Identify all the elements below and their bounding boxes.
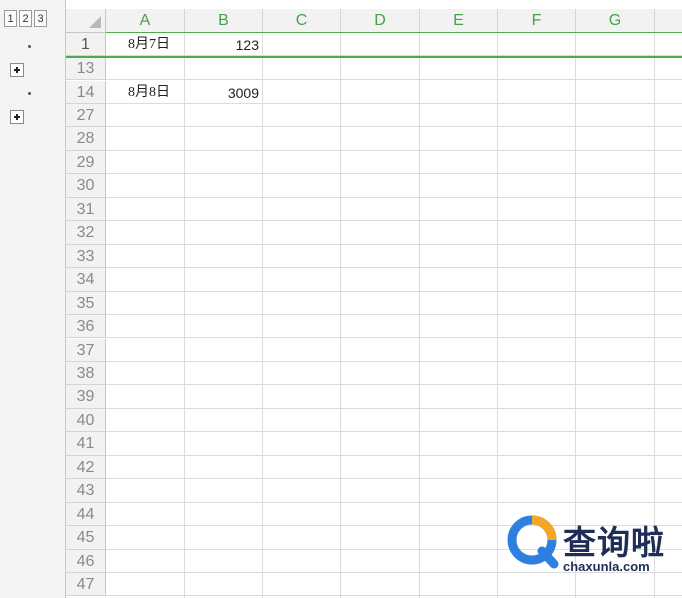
table-row [106,432,682,456]
row-header[interactable]: 1 [66,33,106,57]
magnifier-q-icon [507,515,559,569]
row-header[interactable]: 46 [66,549,106,573]
row-header[interactable]: 37 [66,338,106,362]
select-all-triangle-icon [89,16,101,28]
row-header[interactable]: 43 [66,479,106,503]
select-all-corner[interactable] [66,9,106,33]
row-header[interactable]: 39 [66,385,106,409]
row-header[interactable]: 41 [66,432,106,456]
column-header-b[interactable]: B [185,9,263,33]
row-header[interactable]: 47 [66,573,106,597]
row-header[interactable]: 28 [66,127,106,151]
table-row [106,479,682,503]
watermark-brand: 查询啦 [563,523,665,562]
table-row [106,409,682,433]
outline-dot-icon [28,45,31,48]
table-row [106,245,682,269]
watermark: 查询啦 chaxunla.com [507,512,677,582]
table-row [106,456,682,480]
table-row [106,127,682,151]
row-header[interactable]: 44 [66,502,106,527]
table-row [106,174,682,198]
table-row [106,385,682,409]
table-row [106,57,682,81]
cell-b[interactable]: 123 [190,36,259,54]
table-row [106,221,682,245]
cell-a[interactable]: 8月7日 [128,36,170,54]
table-row [106,339,682,362]
outline-level-2-button[interactable]: 2 [19,10,32,27]
row-header[interactable]: 33 [66,244,106,269]
row-header[interactable]: 35 [66,291,106,316]
column-header-a[interactable]: A [106,9,185,33]
column-header-h-partial[interactable] [655,9,682,33]
row-header[interactable]: 29 [66,150,106,175]
row-header[interactable]: 14 [66,81,106,105]
table-row [106,292,682,316]
column-header-c[interactable]: C [263,9,341,33]
row-header[interactable]: 27 [66,104,106,128]
row-header[interactable]: 45 [66,526,106,550]
row-header[interactable]: 13 [66,57,106,81]
table-row [106,104,682,128]
row-header[interactable]: 38 [66,361,106,386]
column-header-f[interactable]: F [498,9,576,33]
table-row [106,151,682,175]
outline-dot-icon [28,92,31,95]
row-header[interactable]: 42 [66,455,106,480]
row-header[interactable]: 40 [66,408,106,433]
table-row [106,362,682,386]
group-separator-line [66,56,682,58]
watermark-url: chaxunla.com [563,559,650,574]
selection-top-line [106,32,682,33]
row-header[interactable]: 31 [66,197,106,222]
outline-panel: 1 2 3 [0,0,66,598]
table-row [106,198,682,222]
row-header[interactable]: 30 [66,174,106,198]
cell-a[interactable]: 8月8日 [128,84,170,102]
row-header[interactable]: 34 [66,268,106,292]
row-header[interactable]: 32 [66,221,106,245]
column-header-g[interactable]: G [576,9,655,33]
outline-level-buttons: 1 2 3 [4,10,49,27]
expand-group-button[interactable] [10,63,24,77]
column-header-e[interactable]: E [420,9,498,33]
column-header-d[interactable]: D [341,9,420,33]
cell-b[interactable]: 3009 [190,84,259,102]
row-header[interactable]: 36 [66,315,106,339]
table-row [106,268,682,292]
outline-level-3-button[interactable]: 3 [34,10,47,27]
outline-level-1-button[interactable]: 1 [4,10,17,27]
expand-group-button[interactable] [10,110,24,124]
table-row [106,315,682,339]
